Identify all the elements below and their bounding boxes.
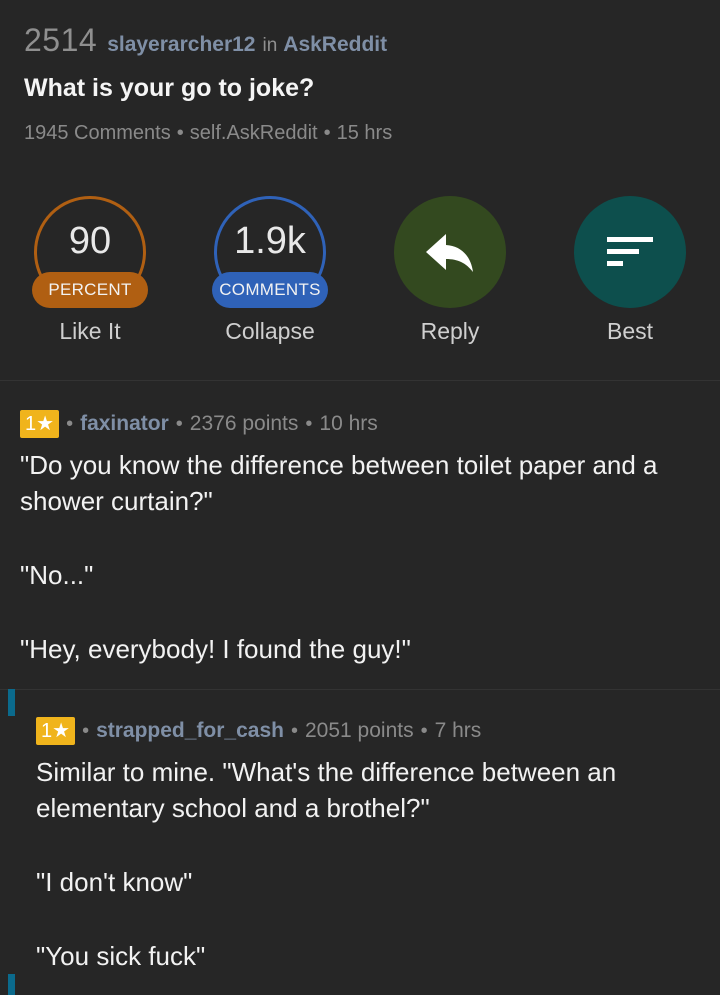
post-domain[interactable]: self.AskReddit — [190, 122, 318, 144]
comment[interactable]: 1★ • faxinator • 2376 points • 10 hrs "D… — [0, 409, 720, 667]
comment-paragraph: "Do you know the difference between toil… — [20, 450, 658, 516]
comment-points: 2051 points — [305, 719, 414, 742]
sort-lines-icon — [607, 237, 653, 266]
like-it-action[interactable]: 90 PERCENT Like It — [0, 196, 180, 356]
comment-paragraph: Similar to mine. "What's the difference … — [36, 757, 617, 823]
comment-divider — [0, 689, 720, 690]
comment-author-link[interactable]: strapped_for_cash — [96, 719, 284, 743]
best-label: Best — [606, 318, 654, 344]
section-divider — [0, 380, 720, 381]
comments-count[interactable]: 1945 Comments — [24, 122, 171, 144]
comment-meta: 1★ • strapped_for_cash • 2051 points • 7… — [36, 716, 720, 746]
reply-button[interactable] — [394, 196, 506, 308]
like-percent-value: 90 — [68, 220, 112, 262]
collapse-action[interactable]: 1.9k COMMENTS Collapse — [180, 196, 360, 356]
post-subline: 1945 Comments • self.AskReddit • 15 hrs — [24, 122, 393, 144]
gilded-badge: 1★ — [36, 717, 76, 745]
post-score: 2514 — [24, 22, 98, 58]
comment-body: Similar to mine. "What's the difference … — [36, 754, 696, 974]
like-it-label: Like It — [59, 318, 121, 344]
sort-button[interactable] — [574, 196, 686, 308]
comment-age: 7 hrs — [434, 719, 482, 742]
gilded-badge: 1★ — [20, 410, 60, 438]
post-age: 15 hrs — [336, 122, 393, 144]
comments-pill: COMMENTS — [212, 272, 328, 308]
comment-meta: 1★ • faxinator • 2376 points • 10 hrs — [20, 409, 720, 439]
comment-points: 2376 points — [189, 412, 299, 435]
comment-paragraph: "Hey, everybody! I found the guy!" — [20, 634, 411, 664]
comment-age: 10 hrs — [319, 412, 378, 435]
comment-body: "Do you know the difference between toil… — [20, 447, 700, 667]
best-sort-action[interactable]: Best — [540, 196, 720, 356]
in-label: in — [262, 35, 278, 56]
comment-count-value: 1.9k — [234, 220, 306, 262]
reply-label: Reply — [420, 318, 480, 344]
reply-action[interactable]: Reply — [360, 196, 540, 356]
post-title[interactable]: What is your go to joke? — [24, 74, 314, 103]
comment-paragraph: "No..." — [20, 560, 94, 590]
post-meta: 2514 slayerarcher12 in AskReddit — [24, 22, 696, 59]
post-actions: 90 PERCENT Like It 1.9k COMMENTS Collaps… — [0, 196, 720, 356]
reply-arrow-icon — [426, 234, 473, 272]
comment-reply[interactable]: 1★ • strapped_for_cash • 2051 points • 7… — [0, 716, 720, 974]
percent-pill: PERCENT — [32, 272, 148, 308]
subreddit-link[interactable]: AskReddit — [283, 33, 387, 57]
collapse-label: Collapse — [225, 318, 315, 344]
comment-author-link[interactable]: faxinator — [80, 412, 169, 436]
comment-paragraph: "You sick fuck" — [36, 941, 206, 971]
post-author-link[interactable]: slayerarcher12 — [107, 33, 255, 57]
comment-paragraph: "I don't know" — [36, 867, 193, 897]
